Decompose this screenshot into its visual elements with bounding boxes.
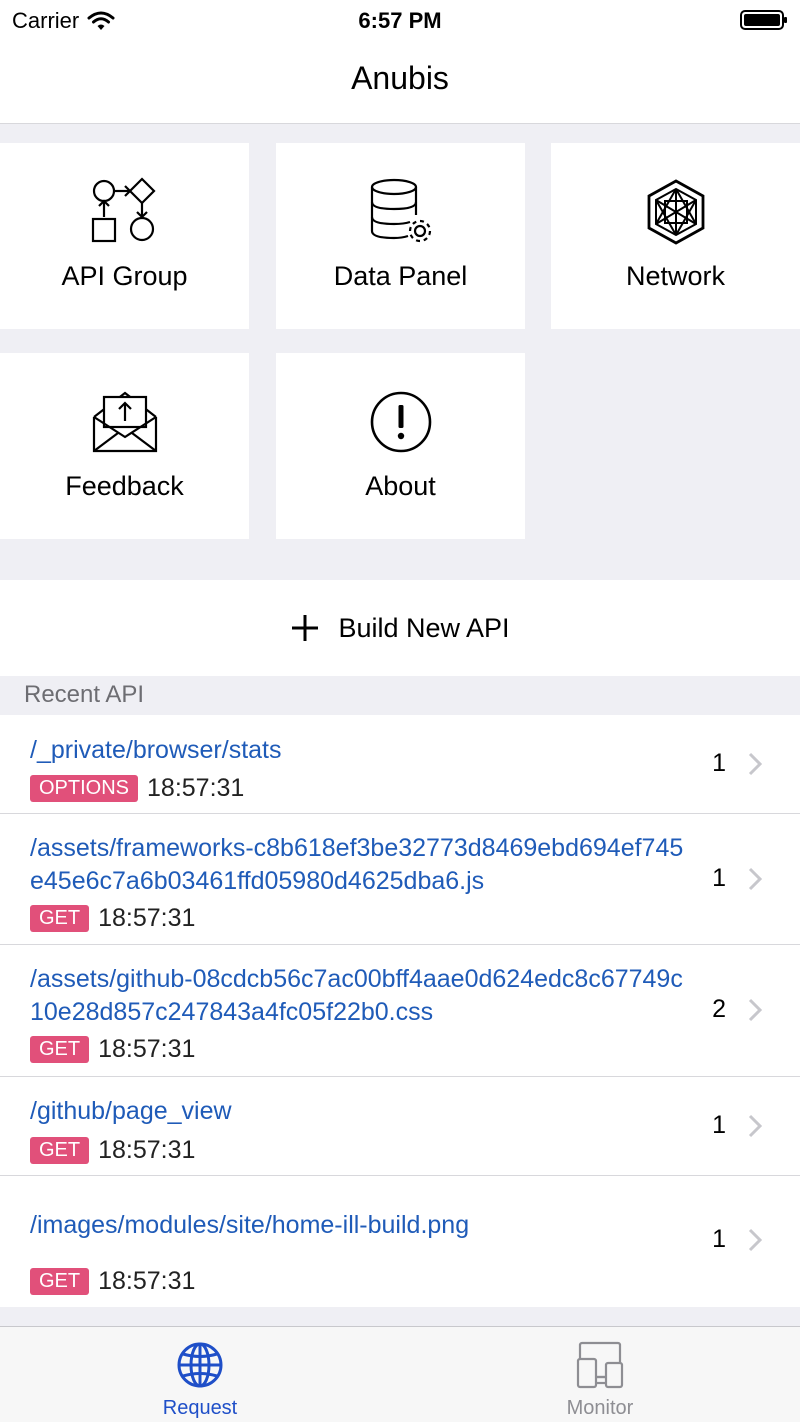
navigation-bar: Anubis	[0, 40, 800, 124]
list-item[interactable]: /github/page_view GET 18:57:31 1	[0, 1077, 800, 1176]
tab-label: Request	[162, 1397, 238, 1419]
tile-data-panel[interactable]: Data Panel	[276, 143, 525, 329]
request-time: 18:57:31	[98, 1136, 196, 1164]
list-item[interactable]: /assets/github-08cdcb56c7ac00bff4aae0d62…	[0, 945, 800, 1077]
request-count: 1	[712, 1111, 726, 1139]
tile-label: Data Panel	[333, 261, 468, 291]
request-time: 18:57:31	[98, 904, 196, 932]
mail-upload-icon	[92, 391, 158, 453]
tab-request[interactable]: Request	[0, 1327, 400, 1422]
request-time: 18:57:31	[147, 774, 245, 802]
chevron-right-icon	[748, 867, 762, 891]
request-time: 18:57:31	[98, 1267, 196, 1295]
method-badge: GET	[30, 1036, 90, 1063]
flowchart-icon	[91, 177, 156, 243]
request-count: 1	[712, 749, 726, 777]
devices-icon	[576, 1341, 624, 1389]
plus-icon	[292, 615, 319, 641]
list-item[interactable]: /images/modules/site/home-ill-build.png …	[0, 1176, 800, 1307]
chevron-right-icon	[748, 1114, 762, 1138]
api-path: /assets/frameworks-c8b618ef3be32773d8469…	[30, 834, 684, 895]
status-bar: Carrier 6:57 PM	[0, 0, 800, 40]
method-badge: GET	[30, 1268, 90, 1295]
recent-api-list: /_private/browser/stats OPTIONS 18:57:31…	[0, 715, 800, 1307]
request-count: 1	[712, 864, 726, 892]
request-time: 18:57:31	[98, 1035, 196, 1063]
method-badge: GET	[30, 1137, 90, 1164]
tile-feedback[interactable]: Feedback	[0, 353, 249, 539]
api-path: /github/page_view	[30, 1097, 232, 1125]
tile-label: API Group	[61, 261, 188, 291]
page-title: Anubis	[351, 60, 449, 96]
build-new-api-button[interactable]: Build New API	[0, 580, 800, 676]
request-count: 2	[712, 995, 726, 1023]
battery-icon	[740, 10, 787, 30]
api-path: /_private/browser/stats	[30, 736, 282, 764]
tile-network[interactable]: Network	[551, 143, 800, 329]
database-settings-icon	[370, 178, 432, 243]
tile-about[interactable]: About	[276, 353, 525, 539]
api-path: /assets/github-08cdcb56c7ac00bff4aae0d62…	[30, 965, 683, 1026]
exclamation-circle-icon	[370, 391, 432, 453]
tab-label: Monitor	[566, 1397, 634, 1419]
api-path: /images/modules/site/home-ill-build.png	[30, 1211, 470, 1239]
status-time: 6:57 PM	[358, 8, 442, 33]
chevron-right-icon	[748, 752, 762, 776]
build-new-api-label: Build New API	[338, 612, 510, 643]
tile-label: Network	[625, 261, 726, 291]
recent-api-header: Recent API	[24, 681, 145, 708]
tile-label: Feedback	[65, 471, 184, 501]
method-badge: GET	[30, 905, 90, 932]
chevron-right-icon	[748, 998, 762, 1022]
tab-bar: Request Monitor	[0, 1326, 800, 1422]
list-item[interactable]: /assets/frameworks-c8b618ef3be32773d8469…	[0, 814, 800, 945]
request-count: 1	[712, 1225, 726, 1253]
list-item[interactable]: /_private/browser/stats OPTIONS 18:57:31…	[0, 715, 800, 814]
method-badge: OPTIONS	[30, 775, 139, 802]
network-hexagon-icon	[647, 179, 705, 245]
tile-label: About	[365, 471, 436, 501]
globe-icon	[177, 1342, 223, 1388]
tab-monitor[interactable]: Monitor	[400, 1327, 800, 1422]
chevron-right-icon	[748, 1228, 762, 1252]
tile-api-group[interactable]: API Group	[0, 143, 249, 329]
